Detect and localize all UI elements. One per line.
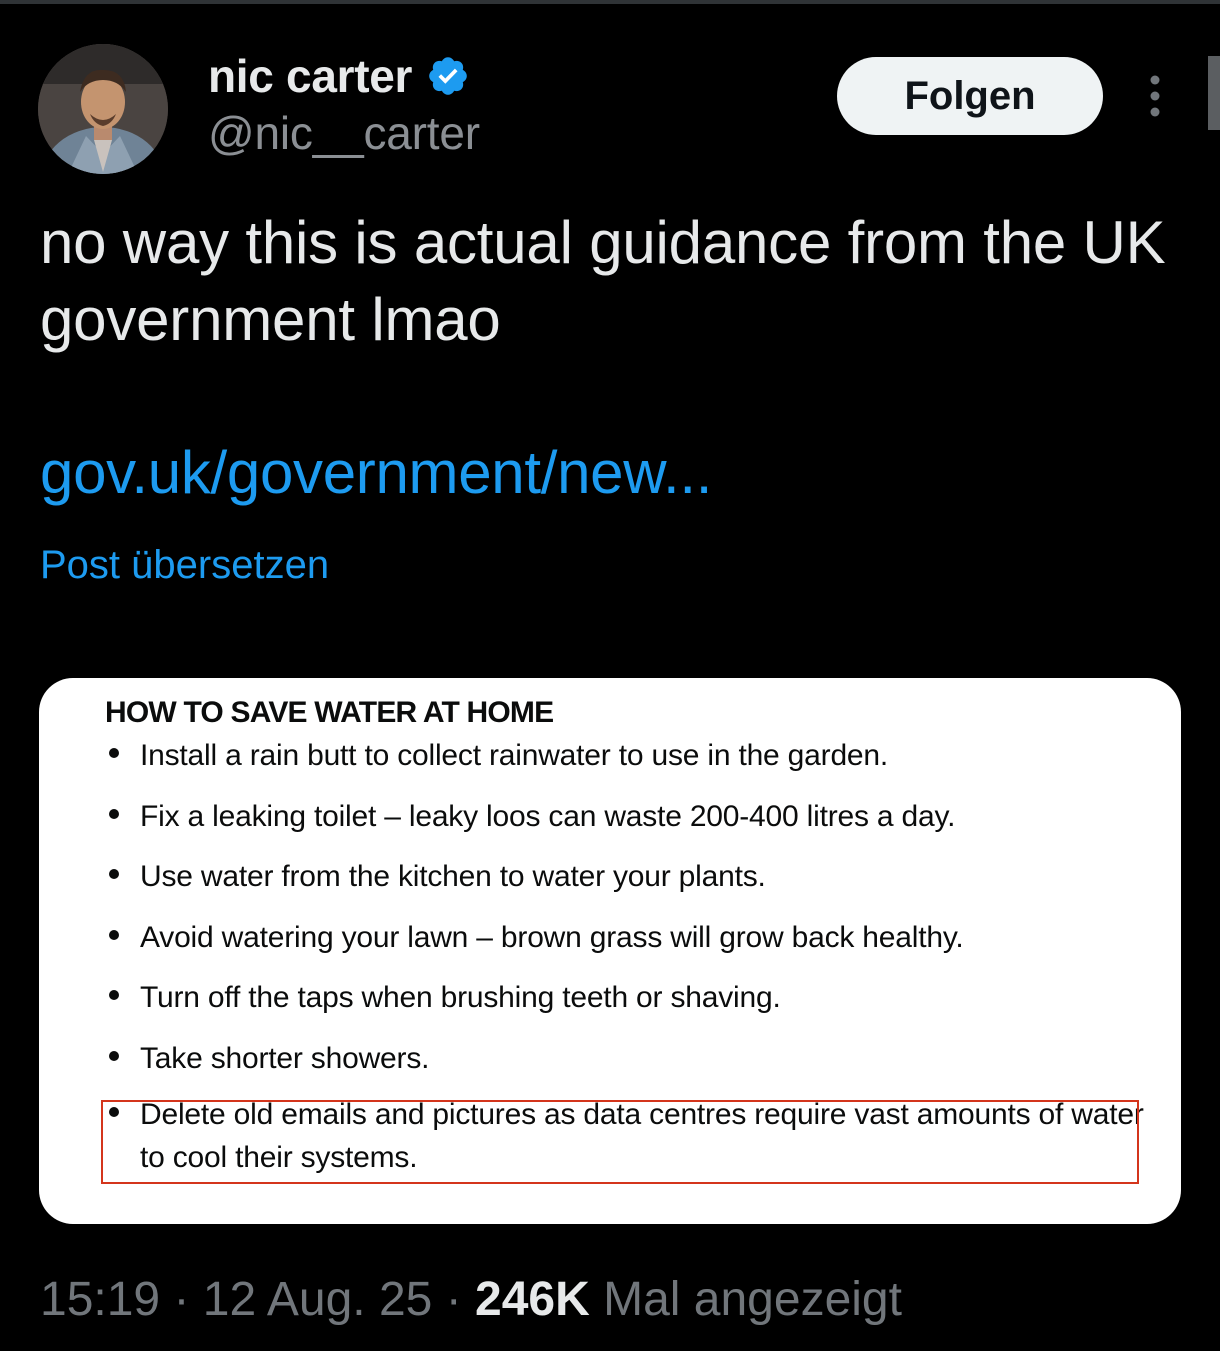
bullet-icon [109, 748, 119, 758]
verified-badge-icon [426, 54, 470, 98]
list-item-text: Use water from the kitchen to water your… [140, 860, 766, 893]
more-vertical-icon[interactable] [1138, 72, 1172, 120]
translate-post-link[interactable]: Post übersetzen [40, 540, 329, 590]
list-item: Install a rain butt to collect rainwater… [109, 734, 1149, 778]
avatar-image [38, 44, 168, 174]
follow-button[interactable]: Folgen [837, 57, 1103, 135]
tweet-meta: 15:19 · 12 Aug. 25 · 246K Mal angezeigt [40, 1270, 902, 1330]
separator: · [173, 1273, 190, 1326]
scrollbar-thumb[interactable] [1208, 56, 1220, 130]
tweet-image[interactable]: HOW TO SAVE WATER AT HOME Install a rain… [39, 678, 1181, 1224]
list-item-text: Avoid watering your lawn – brown grass w… [140, 920, 964, 954]
list-item-text: Install a rain butt to collect rainwater… [140, 739, 889, 772]
bullet-icon [109, 869, 119, 879]
highlight-box [101, 1100, 1139, 1184]
bullet-icon [109, 808, 119, 819]
post-time[interactable]: 15:19 [40, 1273, 160, 1326]
list-item: Fix a leaking toilet – leaky loos can wa… [109, 795, 1149, 839]
post-date[interactable]: 12 Aug. 25 [203, 1273, 433, 1326]
avatar[interactable] [38, 44, 168, 174]
views-label: Mal angezeigt [603, 1273, 902, 1326]
list-item-text: Fix a leaking toilet – leaky loos can wa… [140, 799, 956, 833]
list-item-text: Turn off the taps when brushing teeth or… [140, 981, 781, 1014]
author-name-row[interactable]: nic carter [208, 46, 470, 106]
bullet-icon [109, 990, 119, 1000]
display-name[interactable]: nic carter [208, 49, 412, 103]
list-item-text: Take shorter showers. [140, 1041, 430, 1075]
image-heading: HOW TO SAVE WATER AT HOME [105, 696, 554, 729]
bullet-icon [109, 1050, 119, 1061]
list-item: Avoid watering your lawn – brown grass w… [109, 916, 1149, 960]
bullet-icon [109, 929, 119, 940]
tweet-link[interactable]: gov.uk/government/new... [40, 437, 712, 509]
top-divider [0, 0, 1220, 4]
views-count: 246K [475, 1273, 590, 1326]
tweet-text: no way this is actual guidance from the … [40, 209, 1166, 353]
list-item: Turn off the taps when brushing teeth or… [109, 976, 1149, 1020]
list-item: Take shorter showers. [109, 1037, 1149, 1081]
separator: · [445, 1273, 462, 1326]
author-handle[interactable]: @nic__carter [208, 106, 480, 160]
list-item: Use water from the kitchen to water your… [109, 855, 1149, 899]
